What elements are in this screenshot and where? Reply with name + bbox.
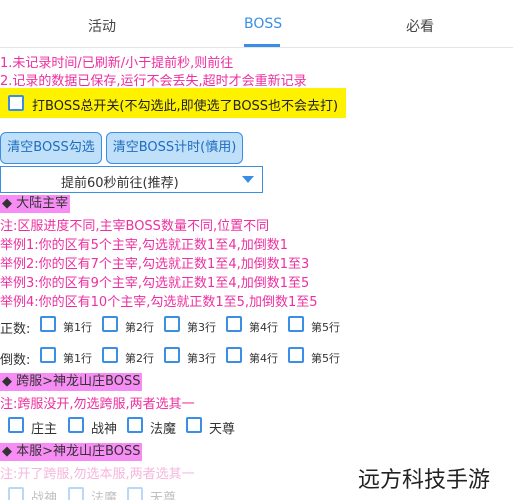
local-option-1-label: 战神 xyxy=(31,491,58,500)
note-line-1: 1.未记录时间/已刷新/小于提前秒,则前往 xyxy=(0,56,234,71)
forward-row-5-checkbox[interactable] xyxy=(288,316,304,332)
backward-row-5-checkbox[interactable] xyxy=(288,347,304,363)
section-local-title: ◆ 本服>神龙山庄BOSS xyxy=(0,443,143,461)
backward-row-2-label: 第2行 xyxy=(125,352,154,365)
section-cross-title: ◆ 跨服>神龙山庄BOSS xyxy=(0,373,143,391)
cross-option-4-checkbox[interactable] xyxy=(186,417,202,433)
backward-row-5-label: 第5行 xyxy=(311,352,340,365)
backward-row-3-checkbox[interactable] xyxy=(164,347,180,363)
local-note: 注:开了跨服,勿选本服,两者选其一 xyxy=(0,467,195,482)
note-line-2: 2.记录的数据已保存,运行不会丢失,超时才会重新记录 xyxy=(0,74,307,89)
chevron-down-icon xyxy=(242,176,254,183)
forward-row-3-checkbox[interactable] xyxy=(164,316,180,332)
mainland-note-4: 举例4:你的区有10个主宰,勾选就正数1至5,加倒数1至5 xyxy=(0,295,318,310)
local-option-3-label: 天尊 xyxy=(150,491,177,500)
forward-row-label: 正数: xyxy=(0,322,31,337)
cross-note: 注:跨服没开,勿选跨服,两者选其一 xyxy=(0,397,195,412)
cross-option-1-label: 庄主 xyxy=(31,422,58,437)
advance-time-value: 提前60秒前往(推荐) xyxy=(61,176,179,191)
mainland-note-3: 举例3:你的区有9个主宰,勾选就正数1至4,加倒数1至5 xyxy=(0,276,310,291)
advance-time-select[interactable]: 提前60秒前往(推荐) xyxy=(0,166,263,193)
mainland-note-2: 举例2:你的区有7个主宰,勾选就正数1至4,加倒数1至3 xyxy=(0,257,310,272)
mainland-note-1: 举例1:你的区有5个主宰,勾选就正数1至4,加倒数1 xyxy=(0,238,288,253)
cross-option-3-label: 法魔 xyxy=(150,422,177,437)
cross-option-1-checkbox[interactable] xyxy=(8,417,24,433)
backward-row-1-checkbox[interactable] xyxy=(40,347,56,363)
cross-option-4-label: 天尊 xyxy=(209,422,236,437)
backward-row-1-label: 第1行 xyxy=(63,352,92,365)
active-tab-indicator xyxy=(244,44,280,47)
forward-row-4-checkbox[interactable] xyxy=(226,316,242,332)
cross-option-2-checkbox[interactable] xyxy=(68,417,84,433)
forward-row-2-checkbox[interactable] xyxy=(102,316,118,332)
forward-row-5-label: 第5行 xyxy=(311,321,340,334)
master-switch-label: 打BOSS总开关(不勾选此,即使选了BOSS也不会去打) xyxy=(32,99,339,114)
backward-row-3-label: 第3行 xyxy=(187,352,216,365)
tab-boss[interactable]: BOSS xyxy=(244,16,282,32)
forward-row-3-label: 第3行 xyxy=(187,321,216,334)
tab-activity[interactable]: 活动 xyxy=(88,16,116,36)
backward-row-4-checkbox[interactable] xyxy=(226,347,242,363)
backward-row-2-checkbox[interactable] xyxy=(102,347,118,363)
clear-boss-select-button[interactable]: 清空BOSS勾选 xyxy=(0,132,102,164)
cross-option-2-label: 战神 xyxy=(91,422,118,437)
master-switch-checkbox[interactable] xyxy=(8,95,24,111)
local-option-2-checkbox[interactable] xyxy=(68,487,84,500)
local-option-2-label: 法魔 xyxy=(91,491,118,500)
watermark-text: 远方科技手游 xyxy=(358,468,491,493)
local-option-1-checkbox[interactable] xyxy=(8,487,24,500)
mainland-note-0: 注:区服进度不同,主宰BOSS数量不同,位置不同 xyxy=(0,219,270,234)
cross-option-3-checkbox[interactable] xyxy=(127,417,143,433)
section-mainland-title: ◆ 大陆主宰 xyxy=(0,195,71,213)
forward-row-2-label: 第2行 xyxy=(125,321,154,334)
tab-must-read[interactable]: 必看 xyxy=(406,16,434,36)
backward-row-4-label: 第4行 xyxy=(249,352,278,365)
tab-bar: 活动 BOSS 必看 xyxy=(0,0,513,48)
forward-row-1-label: 第1行 xyxy=(63,321,92,334)
clear-boss-timer-button[interactable]: 清空BOSS计时(慎用) xyxy=(106,132,243,164)
local-option-3-checkbox[interactable] xyxy=(127,487,143,500)
forward-row-4-label: 第4行 xyxy=(249,321,278,334)
backward-row-label: 倒数: xyxy=(0,353,31,368)
forward-row-1-checkbox[interactable] xyxy=(40,316,56,332)
